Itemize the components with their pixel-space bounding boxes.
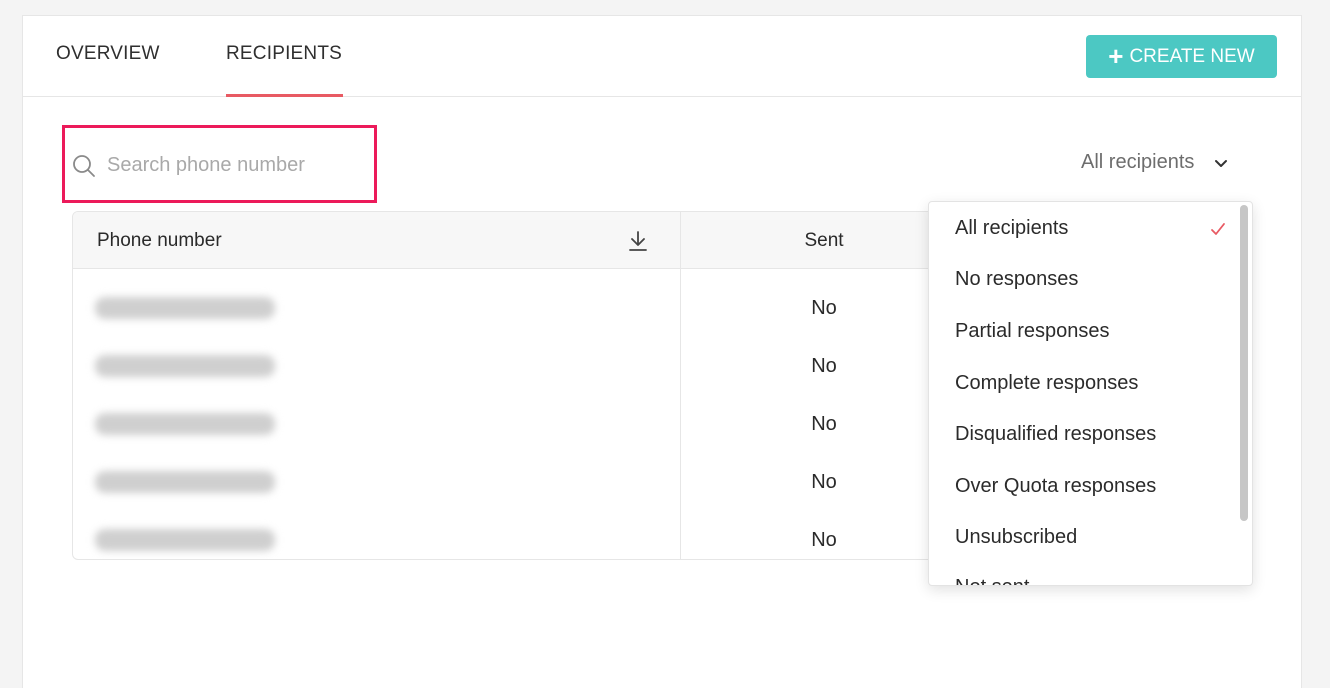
tab-overview[interactable]: OVERVIEW: [56, 43, 160, 65]
recipients-table: Phone number Sent No No No No No: [72, 211, 1072, 560]
table-row: No: [73, 453, 1071, 511]
table-header: Phone number Sent: [73, 212, 1071, 269]
blurred-phone-number: [95, 355, 275, 377]
sent-cell: No: [811, 297, 837, 319]
dropdown-item-not-sent[interactable]: Not sent: [955, 576, 1029, 585]
tab-bar: OVERVIEW RECIPIENTS + CREATE NEW: [23, 16, 1301, 97]
tab-recipients[interactable]: RECIPIENTS: [226, 43, 342, 65]
table-row: No: [73, 279, 1071, 337]
dropdown-item-all-recipients[interactable]: All recipients: [955, 217, 1068, 240]
table-row: No: [73, 395, 1071, 453]
search-icon: [73, 155, 95, 177]
create-new-label: CREATE NEW: [1129, 45, 1255, 67]
dropdown-item-no-responses[interactable]: No responses: [955, 268, 1078, 291]
download-icon[interactable]: [628, 230, 648, 252]
column-header-phone: Phone number: [97, 230, 222, 251]
blurred-phone-number: [95, 297, 275, 319]
search-box[interactable]: [62, 125, 377, 203]
dropdown-item-partial-responses[interactable]: Partial responses: [955, 320, 1110, 343]
dropdown-item-over-quota-responses[interactable]: Over Quota responses: [955, 475, 1156, 498]
blurred-phone-number: [95, 471, 275, 493]
create-new-button[interactable]: + CREATE NEW: [1086, 35, 1277, 78]
chevron-down-icon: [1215, 159, 1228, 167]
recipient-filter-select[interactable]: All recipients: [1081, 151, 1228, 174]
active-tab-indicator: [226, 94, 343, 97]
dropdown-item-unsubscribed[interactable]: Unsubscribed: [955, 526, 1077, 549]
table-row: No: [73, 337, 1071, 395]
sent-cell: No: [811, 529, 837, 551]
plus-icon: +: [1108, 40, 1124, 71]
blurred-phone-number: [95, 413, 275, 435]
filter-selected-label: All recipients: [1081, 151, 1195, 173]
dropdown-item-complete-responses[interactable]: Complete responses: [955, 372, 1138, 395]
sent-cell: No: [811, 355, 837, 377]
sent-cell: No: [811, 471, 837, 493]
table-row: No: [73, 511, 1071, 559]
dropdown-item-disqualified-responses[interactable]: Disqualified responses: [955, 423, 1156, 446]
recipient-filter-dropdown: All recipients No responses Partial resp…: [928, 201, 1253, 586]
check-icon: [1211, 223, 1225, 235]
dropdown-scrollbar[interactable]: [1240, 205, 1248, 521]
column-header-sent: Sent: [804, 230, 844, 251]
search-input[interactable]: [107, 150, 367, 180]
sent-cell: No: [811, 413, 837, 435]
blurred-phone-number: [95, 529, 275, 551]
